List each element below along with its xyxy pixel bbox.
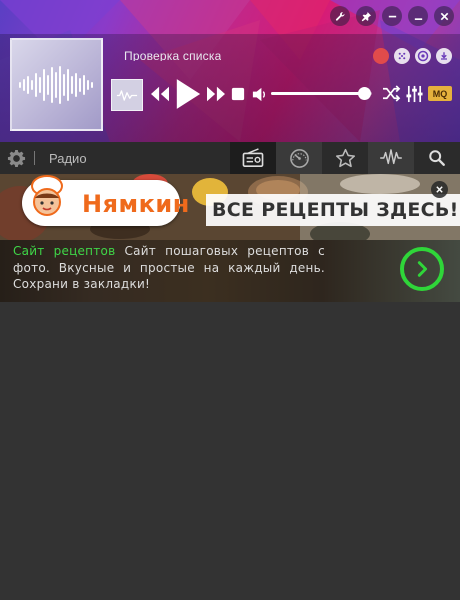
close-icon[interactable] [434, 6, 454, 26]
waveform-icon [18, 65, 93, 104]
toolbar-divider [34, 151, 35, 165]
tab-waveform[interactable] [368, 142, 414, 174]
collapse-icon[interactable] [382, 6, 402, 26]
volume-fill [271, 92, 364, 95]
tab-podcasts[interactable] [276, 142, 322, 174]
ad-banner[interactable]: Нямкин ВСЕ РЕЦЕПТЫ ЗДЕСЬ! Сайт рецептов … [0, 174, 460, 302]
equalizer-button[interactable] [404, 84, 424, 103]
mini-cover-button[interactable] [111, 79, 143, 111]
close-icon [436, 186, 443, 193]
shuffle-dice-icon[interactable] [394, 48, 410, 64]
shuffle-icon [382, 84, 400, 102]
speaker-icon [252, 87, 265, 101]
gear-icon[interactable] [7, 149, 26, 168]
search-icon [429, 150, 445, 166]
play-button[interactable] [173, 76, 203, 112]
rewind-icon [151, 86, 169, 102]
chrome-icon[interactable] [415, 48, 431, 64]
minimize-icon[interactable] [408, 6, 428, 26]
station-list [0, 302, 460, 600]
ad-close-button[interactable] [431, 181, 448, 198]
ad-description: Сайт рецептов Сайт пошаговых рецептов с … [13, 243, 325, 293]
section-toolbar: Радио [0, 142, 460, 174]
volume-button[interactable] [250, 85, 268, 103]
chef-mascot-icon [31, 175, 63, 216]
download-icon[interactable] [436, 48, 452, 64]
status-icons [373, 48, 452, 64]
quality-badge[interactable]: MQ [428, 86, 452, 101]
section-title: Радио [49, 151, 87, 166]
equalizer-icon [405, 85, 423, 102]
tab-radio[interactable] [230, 142, 276, 174]
shuffle-button[interactable] [381, 84, 401, 102]
window-controls [330, 6, 454, 26]
play-icon [176, 79, 201, 109]
settings-wrench-icon[interactable] [330, 6, 350, 26]
volume-knob[interactable] [357, 87, 371, 100]
chevron-right-icon [417, 261, 428, 277]
player-header: Проверка списка MQ [0, 0, 460, 142]
next-button[interactable] [204, 84, 228, 104]
waveform-icon [116, 89, 138, 101]
waveform-icon [380, 149, 402, 165]
ad-open-button[interactable] [400, 247, 444, 291]
ad-slogan: ВСЕ РЕЦЕПТЫ ЗДЕСЬ! [206, 194, 460, 226]
speedometer-icon [289, 148, 309, 168]
stop-button[interactable] [230, 86, 246, 102]
tab-favorites[interactable] [322, 142, 368, 174]
volume-slider[interactable] [271, 87, 372, 100]
radio-icon [242, 148, 264, 167]
fast-forward-icon [207, 86, 225, 102]
brand-logo: Нямкин [22, 175, 189, 226]
album-cover[interactable] [10, 38, 103, 131]
pin-icon[interactable] [356, 6, 376, 26]
previous-button[interactable] [148, 84, 172, 104]
ad-link[interactable]: Сайт рецептов [13, 244, 115, 258]
brand-name: Нямкин [82, 190, 190, 218]
stop-icon [231, 87, 245, 101]
search-button[interactable] [414, 142, 460, 174]
record-icon[interactable] [373, 48, 389, 64]
track-title[interactable]: Проверка списка [124, 49, 221, 61]
star-icon [335, 148, 355, 167]
